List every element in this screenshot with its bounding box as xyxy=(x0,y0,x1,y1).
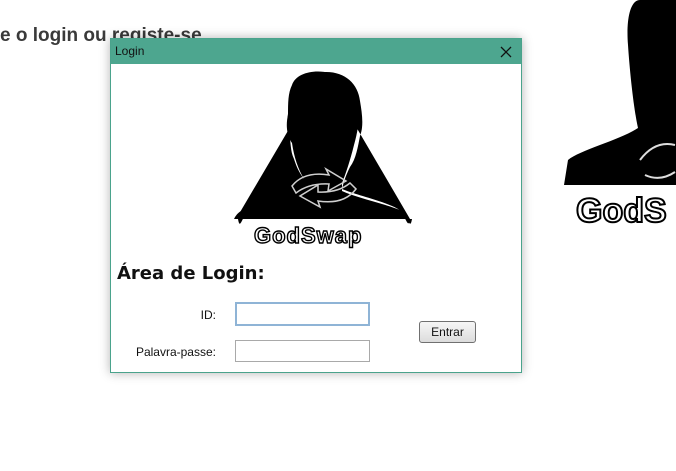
window-title: Login xyxy=(115,44,145,58)
user-silhouette-icon xyxy=(234,71,412,224)
godswap-logo-text: GodS xyxy=(576,192,667,230)
id-input[interactable] xyxy=(235,302,370,326)
user-silhouette-icon xyxy=(564,0,676,185)
close-icon xyxy=(500,46,512,57)
godswap-logo-text: GodSwap xyxy=(254,223,362,248)
password-label: Palavra-passe: xyxy=(135,345,216,359)
login-area-heading: Área de Login: xyxy=(117,263,265,284)
id-label: ID: xyxy=(200,308,216,322)
godswap-logo-background: GodS xyxy=(564,0,676,230)
godswap-logo: GodSwap xyxy=(234,71,412,249)
password-input[interactable] xyxy=(235,340,370,362)
login-dialog: Login GodSwap Área de Login: ID: Palavra… xyxy=(110,38,522,373)
close-button[interactable] xyxy=(491,39,521,64)
enter-button[interactable]: Entrar xyxy=(419,321,476,343)
title-bar[interactable]: Login xyxy=(111,39,521,64)
